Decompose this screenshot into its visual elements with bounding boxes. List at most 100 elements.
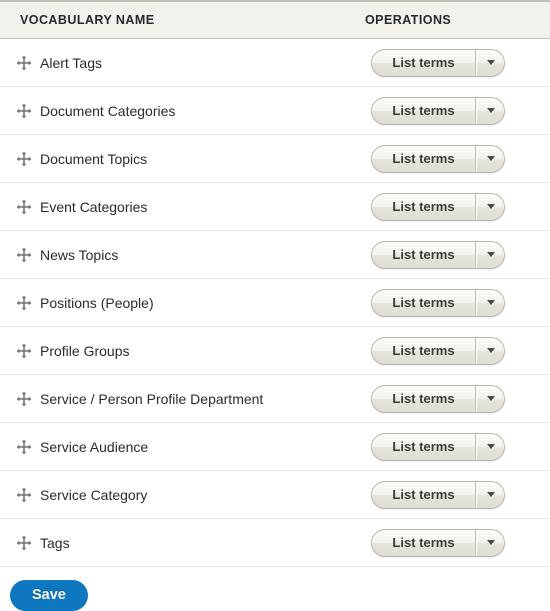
operations-cell: List terms [365, 470, 550, 519]
caret-down-icon[interactable] [476, 193, 504, 220]
vocabulary-name-label: News Topics [40, 247, 119, 264]
move-arrows-icon[interactable] [16, 151, 32, 167]
caret-down-icon[interactable] [476, 97, 504, 124]
column-header-operations: OPERATIONS [365, 0, 550, 39]
table-row: Document Categories List terms [0, 86, 550, 135]
caret-down-icon[interactable] [476, 289, 504, 316]
column-header-vocabulary-name: VOCABULARY NAME [0, 0, 365, 39]
list-terms-button[interactable]: List terms [372, 49, 476, 76]
table-row: Service Category List terms [0, 470, 550, 519]
table-row: Service Audience List terms [0, 422, 550, 471]
list-terms-split-button[interactable]: List terms [371, 288, 505, 317]
vocabulary-name-cell: News Topics [0, 230, 365, 279]
list-terms-button[interactable]: List terms [372, 481, 476, 508]
list-terms-split-button[interactable]: List terms [371, 384, 505, 413]
list-terms-button[interactable]: List terms [372, 145, 476, 172]
table-row: Positions (People) List terms [0, 278, 550, 327]
move-arrows-icon[interactable] [16, 439, 32, 455]
vocabulary-name-label: Positions (People) [40, 295, 154, 312]
operations-cell: List terms [365, 182, 550, 231]
vocabulary-name-cell: Event Categories [0, 182, 365, 231]
table-row: Event Categories List terms [0, 182, 550, 231]
vocabulary-name-label: Alert Tags [40, 55, 102, 72]
list-terms-button[interactable]: List terms [372, 529, 476, 556]
caret-down-icon[interactable] [476, 385, 504, 412]
vocabulary-name-label: Tags [40, 535, 70, 552]
caret-down-icon[interactable] [476, 481, 504, 508]
caret-down-glyph [486, 60, 495, 65]
move-arrows-icon[interactable] [16, 487, 32, 503]
list-terms-split-button[interactable]: List terms [371, 480, 505, 509]
vocabulary-name-cell: Service Category [0, 470, 365, 519]
list-terms-split-button[interactable]: List terms [371, 96, 505, 125]
move-arrows-icon[interactable] [16, 103, 32, 119]
list-terms-button[interactable]: List terms [372, 193, 476, 220]
table-row: Alert Tags List terms [0, 38, 550, 87]
caret-down-glyph [486, 204, 495, 209]
table-header: VOCABULARY NAME OPERATIONS [0, 0, 550, 39]
table-row: Tags List terms [0, 518, 550, 567]
save-button[interactable]: Save [10, 580, 88, 611]
caret-down-icon[interactable] [476, 433, 504, 460]
caret-down-glyph [486, 300, 495, 305]
list-terms-split-button[interactable]: List terms [371, 192, 505, 221]
operations-cell: List terms [365, 278, 550, 327]
caret-down-glyph [486, 252, 495, 257]
caret-down-glyph [486, 348, 495, 353]
caret-down-glyph [486, 492, 495, 497]
vocabulary-name-label: Service / Person Profile Department [40, 391, 264, 408]
move-arrows-icon[interactable] [16, 295, 32, 311]
operations-cell: List terms [365, 518, 550, 567]
operations-cell: List terms [365, 86, 550, 135]
move-arrows-icon[interactable] [16, 55, 32, 71]
operations-cell: List terms [365, 374, 550, 423]
vocabulary-name-label: Event Categories [40, 199, 148, 216]
vocabulary-name-cell: Document Topics [0, 134, 365, 183]
vocabulary-name-label: Profile Groups [40, 343, 130, 360]
vocabulary-name-label: Service Audience [40, 439, 149, 456]
vocabulary-name-label: Document Categories [40, 103, 176, 120]
move-arrows-icon[interactable] [16, 535, 32, 551]
move-arrows-icon[interactable] [16, 343, 32, 359]
vocabulary-name-cell: Service Audience [0, 422, 365, 471]
vocabulary-name-label: Document Topics [40, 151, 148, 168]
caret-down-icon[interactable] [476, 241, 504, 268]
vocabulary-table: VOCABULARY NAME OPERATIONS Alert Tags Lis… [0, 0, 550, 567]
caret-down-glyph [486, 540, 495, 545]
list-terms-split-button[interactable]: List terms [371, 432, 505, 461]
operations-cell: List terms [365, 38, 550, 87]
list-terms-split-button[interactable]: List terms [371, 336, 505, 365]
list-terms-button[interactable]: List terms [372, 289, 476, 316]
table-row: Service / Person Profile Department List … [0, 374, 550, 423]
list-terms-button[interactable]: List terms [372, 337, 476, 364]
vocabulary-name-cell: Service / Person Profile Department [0, 374, 365, 423]
table-row: Document Topics List terms [0, 134, 550, 183]
list-terms-split-button[interactable]: List terms [371, 240, 505, 269]
vocabulary-name-cell: Positions (People) [0, 278, 365, 327]
move-arrows-icon[interactable] [16, 199, 32, 215]
move-arrows-icon[interactable] [16, 391, 32, 407]
vocabulary-name-cell: Alert Tags [0, 38, 365, 87]
move-arrows-icon[interactable] [16, 247, 32, 263]
operations-cell: List terms [365, 134, 550, 183]
list-terms-button[interactable]: List terms [372, 433, 476, 460]
table-header-row: VOCABULARY NAME OPERATIONS [0, 0, 550, 39]
caret-down-glyph [486, 156, 495, 161]
list-terms-button[interactable]: List terms [372, 385, 476, 412]
table-row: News Topics List terms [0, 230, 550, 279]
vocabulary-name-cell: Profile Groups [0, 326, 365, 375]
list-terms-button[interactable]: List terms [372, 241, 476, 268]
operations-cell: List terms [365, 326, 550, 375]
operations-cell: List terms [365, 422, 550, 471]
vocabulary-overview-page: VOCABULARY NAME OPERATIONS Alert Tags Lis… [0, 0, 550, 611]
caret-down-icon[interactable] [476, 337, 504, 364]
caret-down-icon[interactable] [476, 145, 504, 172]
caret-down-icon[interactable] [476, 49, 504, 76]
list-terms-split-button[interactable]: List terms [371, 48, 505, 77]
list-terms-split-button[interactable]: List terms [371, 144, 505, 173]
list-terms-split-button[interactable]: List terms [371, 528, 505, 557]
caret-down-glyph [486, 396, 495, 401]
list-terms-button[interactable]: List terms [372, 97, 476, 124]
caret-down-icon[interactable] [476, 529, 504, 556]
operations-cell: List terms [365, 230, 550, 279]
